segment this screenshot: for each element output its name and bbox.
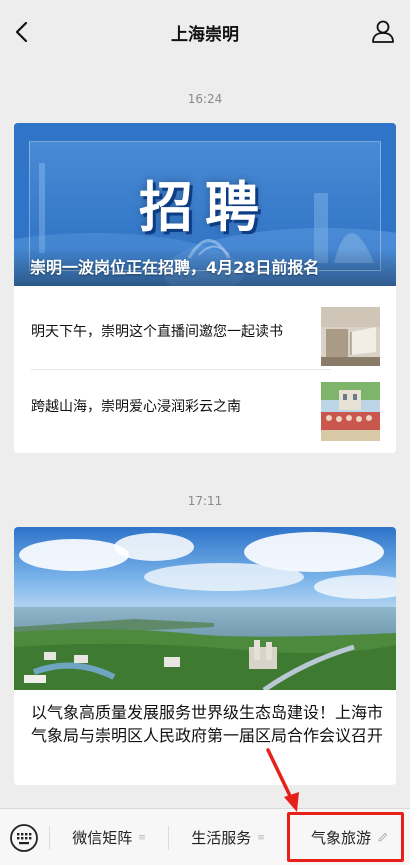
list-icon: ≡ [138, 832, 146, 843]
top-bar: 上海崇明 [0, 0, 410, 62]
list-item[interactable]: 明天下午，崇明这个直播间邀您一起读书 [14, 294, 396, 367]
menu-item-label: 微信矩阵 [72, 829, 133, 847]
list-icon: ≡ [257, 832, 265, 843]
hero-article[interactable]: 招聘 崇明一波岗位正在招聘，4月28日前报名 [14, 123, 396, 286]
landscape-image [14, 527, 396, 690]
message-timestamp: 17:11 [187, 494, 223, 508]
menu-item-life-services[interactable]: 生活服务 ≡ [169, 809, 287, 865]
thumbnail-image [321, 307, 380, 366]
hero-caption: 崇明一波岗位正在招聘，4月28日前报名 [30, 258, 320, 277]
list-item-title: 明天下午，崇明这个直播间邀您一起读书 [31, 324, 283, 340]
article-card: 招聘 崇明一波岗位正在招聘，4月28日前报名 明天下午，崇明这个直播间邀您一起读… [14, 123, 396, 453]
keyboard-icon [10, 824, 38, 852]
list-item-title: 跨越山海，崇明爱心浸润彩云之南 [31, 399, 241, 415]
highlight-box [287, 812, 404, 862]
message-timestamp: 16:24 [187, 92, 223, 106]
person-icon [372, 20, 394, 43]
menu-item-label: 生活服务 [191, 829, 252, 847]
article-card: 以气象高质量发展服务世界级生态岛建设！上海市气象局与崇明区人民政府第一届区局合作… [14, 527, 396, 785]
hero-article-image[interactable] [14, 527, 396, 690]
list-item[interactable]: 跨越山海，崇明爱心浸润彩云之南 [14, 369, 396, 442]
page-title: 上海崇明 [171, 25, 239, 45]
menu-item-wechat-matrix[interactable]: 微信矩阵 ≡ [50, 809, 168, 865]
article-title: 以气象高质量发展服务世界级生态岛建设！上海市气象局与崇明区人民政府第一届区局合作… [31, 703, 384, 745]
keyboard-button[interactable] [9, 823, 39, 853]
profile-button[interactable] [370, 18, 396, 44]
thumbnail-image [321, 382, 380, 441]
poster-title: 招聘 [139, 176, 271, 239]
